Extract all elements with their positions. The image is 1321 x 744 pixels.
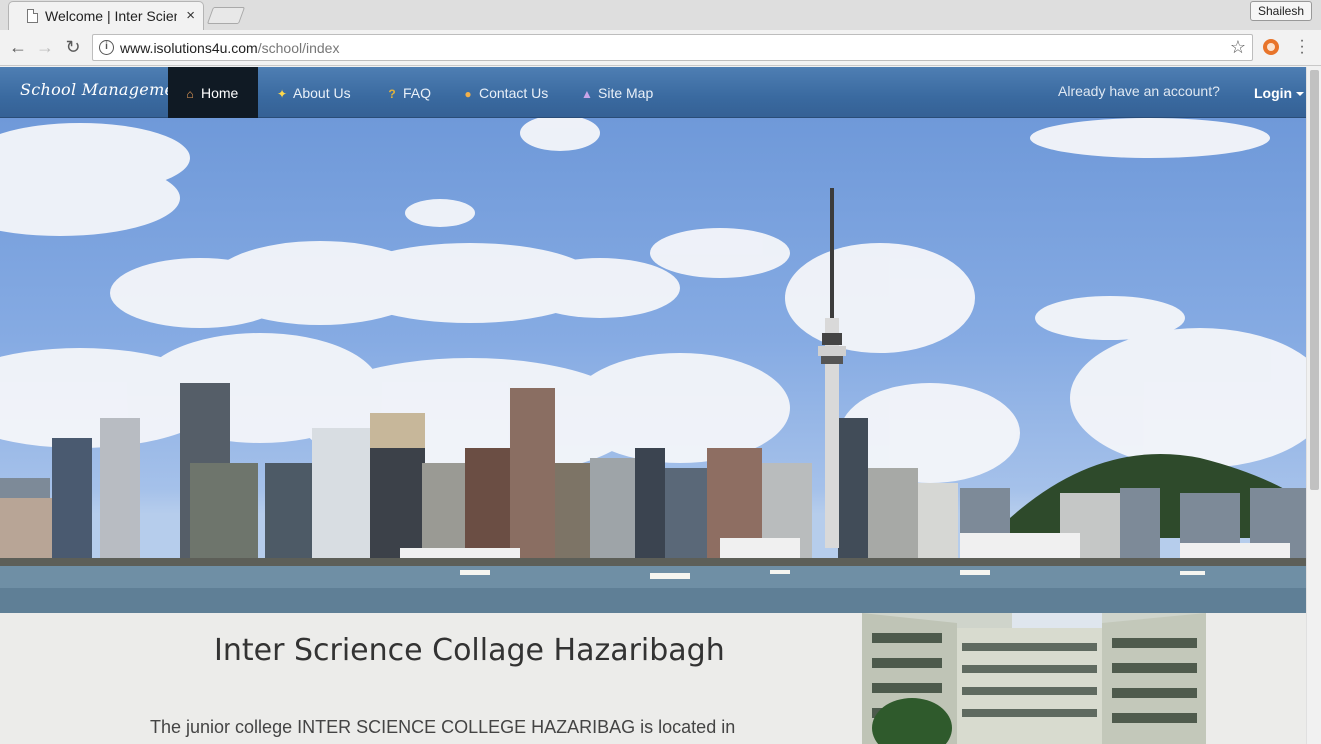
browser-toolbar: ← → ↻ i www.isolutions4u.com/school/inde… (0, 30, 1321, 66)
college-title: Inter Scrience Collage Hazaribagh (214, 633, 725, 668)
tab-close-icon[interactable]: × (186, 7, 195, 24)
nav-contact-us[interactable]: ● Contact Us (446, 67, 562, 118)
site-navbar: School Management ⌂ Home ✦ About Us ? FAQ ●… (0, 67, 1306, 118)
browser-tab[interactable]: Welcome | Inter Science × (8, 1, 204, 30)
url-path: /school/index (257, 40, 340, 56)
nav-sitemap-label: Site Map (598, 85, 654, 101)
sparkle-icon: ✦ (276, 87, 288, 101)
menu-icon[interactable]: · · · (1296, 33, 1308, 61)
college-description: The junior college INTER SCIENCE COLLEGE… (150, 717, 736, 737)
nav-site-map[interactable]: ▲ Site Map (565, 67, 667, 118)
college-building-photo (862, 613, 1206, 744)
url-text[interactable]: www.isolutions4u.com/school/index (120, 40, 339, 56)
brand-logo[interactable]: School Management (20, 80, 192, 99)
back-icon[interactable]: ← (7, 36, 29, 58)
extension-icon[interactable] (1263, 39, 1279, 55)
nav-contact-label: Contact Us (479, 85, 549, 101)
browser-tab-strip: Welcome | Inter Science × Shailesh (0, 0, 1321, 30)
nav-home[interactable]: ⌂ Home (168, 67, 258, 118)
url-host: www.isolutions4u.com (120, 40, 258, 56)
star-icon[interactable]: ☆ (1230, 37, 1246, 58)
house-icon: ⌂ (186, 87, 194, 101)
address-bar[interactable]: i www.isolutions4u.com/school/index ☆ (92, 34, 1253, 61)
nav-faq-label: FAQ (403, 85, 432, 101)
hero-skyline-image (0, 118, 1306, 613)
info-icon[interactable]: i (99, 40, 114, 55)
nav-about-us[interactable]: ✦ About Us (260, 67, 365, 118)
page-scrollbar[interactable] (1306, 67, 1321, 744)
caret-down-icon (1296, 92, 1305, 97)
page-viewport: School Management ⌂ Home ✦ About Us ? FAQ ●… (0, 67, 1321, 744)
nav-faq[interactable]: ? FAQ (370, 67, 445, 118)
account-prompt: Already have an account? (1058, 83, 1220, 99)
people-icon: ● (464, 87, 472, 101)
question-icon: ? (388, 87, 396, 101)
content-section: Inter Scrience Collage Hazaribagh The ju… (0, 613, 1306, 744)
forward-icon[interactable]: → (34, 36, 56, 58)
login-label: Login (1254, 85, 1293, 101)
reload-icon[interactable]: ↻ (62, 36, 84, 58)
doc-icon (27, 9, 38, 23)
building-illustration (862, 613, 1206, 744)
nav-home-label: Home (201, 85, 239, 101)
scrollbar-thumb[interactable] (1310, 70, 1319, 490)
nav-about-label: About Us (293, 85, 351, 101)
tab-title: Welcome | Inter Science (45, 8, 177, 24)
profile-button[interactable]: Shailesh (1250, 1, 1312, 21)
login-dropdown[interactable]: Login (1254, 85, 1305, 101)
new-tab-button[interactable] (206, 7, 246, 24)
skyline-illustration (0, 118, 1306, 613)
sitemap-icon: ▲ (581, 87, 593, 101)
